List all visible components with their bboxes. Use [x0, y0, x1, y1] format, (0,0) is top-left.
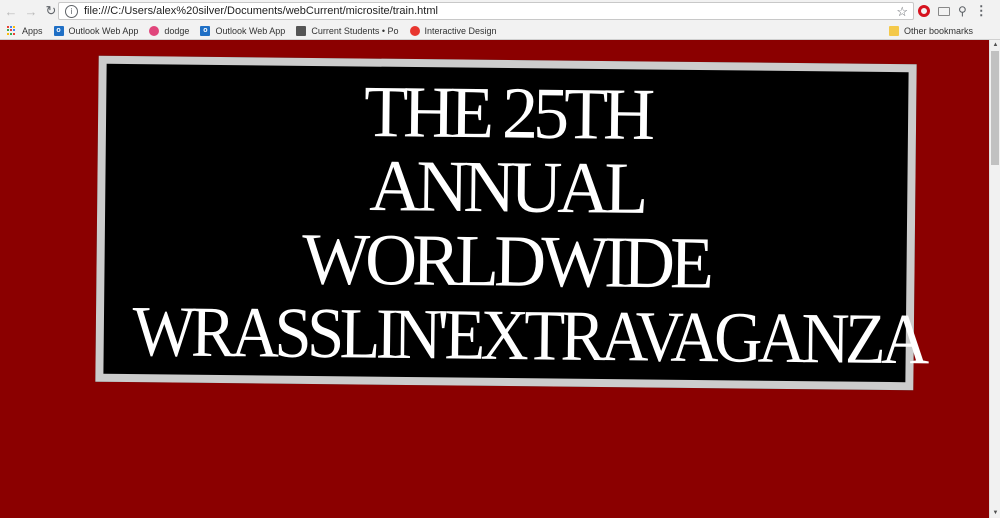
- forward-arrow-icon[interactable]: →: [22, 2, 40, 20]
- bookmark-outlook-1[interactable]: o Outlook Web App: [53, 25, 139, 36]
- banner-line-1: THE 25TH: [363, 70, 651, 156]
- bookmark-label: Outlook Web App: [68, 25, 139, 36]
- apps-icon: [7, 25, 17, 36]
- browser-toolbar: ← → ↻ i file:///C:/Users/alex%20silver/D…: [0, 0, 1000, 22]
- chat-icon: [296, 25, 307, 36]
- folder-icon: [888, 26, 899, 36]
- banner-line-3: WORLDWIDE: [301, 218, 710, 304]
- interactive-design-icon: [409, 25, 420, 36]
- bookmark-label: Current Students • Po: [311, 25, 399, 36]
- back-arrow-icon[interactable]: ←: [2, 2, 20, 20]
- scroll-down-icon[interactable]: ▼: [991, 508, 1000, 518]
- dodge-icon: [149, 25, 160, 36]
- bookmark-outlook-2[interactable]: o Outlook Web App: [200, 25, 286, 36]
- address-bar[interactable]: i file:///C:/Users/alex%20silver/Documen…: [58, 2, 914, 20]
- title-banner: THE 25TH ANNUAL WORLDWIDE WRASSLIN'EXTRA…: [95, 55, 926, 391]
- url-text[interactable]: file:///C:/Users/alex%20silver/Documents…: [84, 5, 438, 17]
- zoom-icon[interactable]: ⚲: [958, 4, 967, 18]
- bookmark-label: Apps: [22, 25, 43, 36]
- scrollbar-thumb[interactable]: [991, 51, 999, 165]
- banner-title: THE 25TH ANNUAL WORLDWIDE WRASSLIN'EXTRA…: [103, 70, 926, 380]
- bookmarks-bar: Apps o Outlook Web App dodge o Outlook W…: [0, 22, 1000, 40]
- menu-dots-icon[interactable]: ⋮: [975, 3, 988, 19]
- bookmark-dodge[interactable]: dodge: [149, 25, 190, 36]
- page-viewport: THE 25TH ANNUAL WORLDWIDE WRASSLIN'EXTRA…: [0, 40, 989, 518]
- outlook-icon: o: [200, 25, 211, 36]
- bookmark-current-students[interactable]: Current Students • Po: [296, 25, 399, 36]
- outlook-icon: o: [53, 25, 64, 36]
- bookmark-apps[interactable]: Apps: [7, 25, 43, 36]
- bookmark-other[interactable]: Other bookmarks: [888, 26, 973, 36]
- other-bookmarks-label: Other bookmarks: [903, 26, 973, 36]
- bookmark-label: Outlook Web App: [215, 25, 286, 36]
- scroll-up-icon[interactable]: ▲: [991, 40, 1000, 50]
- vertical-scrollbar[interactable]: ▲ ▼: [989, 40, 1000, 518]
- bookmark-star-icon[interactable]: ☆: [896, 4, 908, 20]
- bookmark-label: Interactive Design: [424, 25, 497, 36]
- info-icon[interactable]: i: [65, 4, 78, 18]
- banner-line-4: WRASSLIN'EXTRAVAGANZA: [132, 291, 926, 380]
- opera-extension-icon[interactable]: [918, 5, 930, 17]
- bookmark-interactive-design[interactable]: Interactive Design: [409, 25, 497, 36]
- bookmark-label: dodge: [164, 25, 190, 36]
- banner-line-2: ANNUAL: [368, 144, 644, 230]
- cast-icon[interactable]: [938, 6, 950, 16]
